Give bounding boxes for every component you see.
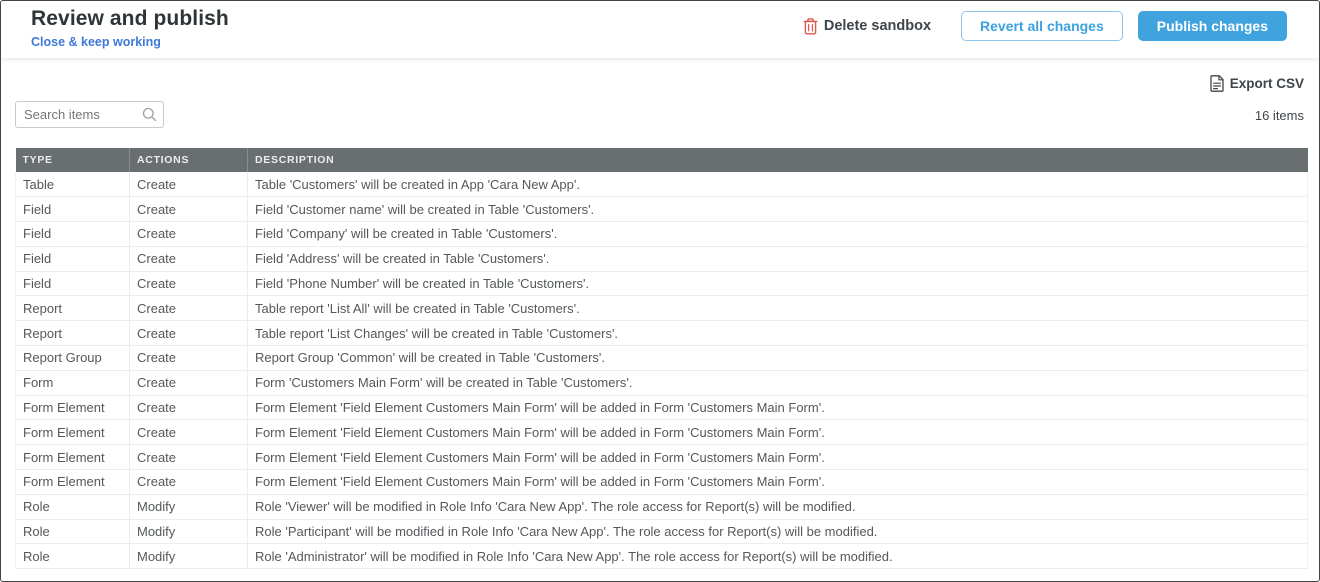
page-title: Review and publish xyxy=(31,7,229,31)
changes-table: TYPE ACTIONS DESCRIPTION Table Create Ta… xyxy=(15,148,1308,569)
delete-sandbox-label: Delete sandbox xyxy=(824,18,931,34)
cell-type: Role xyxy=(16,544,130,569)
cell-action: Create xyxy=(130,246,248,271)
cell-description: Form Element 'Field Element Customers Ma… xyxy=(248,420,1308,445)
changes-table-header: TYPE ACTIONS DESCRIPTION xyxy=(16,148,1308,172)
column-header-description: DESCRIPTION xyxy=(248,148,1308,172)
table-row[interactable]: Form Element Create Form Element 'Field … xyxy=(16,470,1308,495)
table-row[interactable]: Report Create Table report 'List Changes… xyxy=(16,321,1308,346)
cell-action: Create xyxy=(130,370,248,395)
cell-description: Report Group 'Common' will be created in… xyxy=(248,346,1308,371)
table-row[interactable]: Role Modify Role 'Administrator' will be… xyxy=(16,544,1308,569)
cell-type: Report xyxy=(16,296,130,321)
cell-action: Modify xyxy=(130,494,248,519)
cell-description: Field 'Address' will be created in Table… xyxy=(248,246,1308,271)
cell-description: Table report 'List Changes' will be crea… xyxy=(248,321,1308,346)
cell-action: Create xyxy=(130,222,248,247)
cell-action: Create xyxy=(130,197,248,222)
table-row[interactable]: Table Create Table 'Customers' will be c… xyxy=(16,172,1308,197)
cell-type: Field xyxy=(16,222,130,247)
search-input[interactable] xyxy=(15,101,164,128)
cell-type: Role xyxy=(16,519,130,544)
changes-table-body: Table Create Table 'Customers' will be c… xyxy=(16,172,1308,569)
cell-description: Field 'Phone Number' will be created in … xyxy=(248,271,1308,296)
cell-description: Table report 'List All' will be created … xyxy=(248,296,1308,321)
cell-description: Field 'Company' will be created in Table… xyxy=(248,222,1308,247)
table-row[interactable]: Report Group Create Report Group 'Common… xyxy=(16,346,1308,371)
cell-type: Form Element xyxy=(16,420,130,445)
review-and-publish-page: Review and publish Close & keep working … xyxy=(0,0,1320,582)
publish-changes-button[interactable]: Publish changes xyxy=(1138,11,1287,41)
cell-action: Create xyxy=(130,271,248,296)
table-row[interactable]: Field Create Field 'Phone Number' will b… xyxy=(16,271,1308,296)
cell-description: Role 'Administrator' will be modified in… xyxy=(248,544,1308,569)
cell-type: Field xyxy=(16,197,130,222)
cell-action: Modify xyxy=(130,544,248,569)
close-keep-working-link[interactable]: Close & keep working xyxy=(31,35,161,49)
search-box xyxy=(15,101,164,128)
column-header-actions: ACTIONS xyxy=(130,148,248,172)
cell-action: Create xyxy=(130,296,248,321)
items-count: 16 items xyxy=(1255,108,1304,123)
cell-action: Create xyxy=(130,470,248,495)
cell-type: Report Group xyxy=(16,346,130,371)
table-row[interactable]: Role Modify Role 'Participant' will be m… xyxy=(16,519,1308,544)
trash-icon xyxy=(803,18,818,35)
cell-description: Form Element 'Field Element Customers Ma… xyxy=(248,470,1308,495)
cell-type: Field xyxy=(16,271,130,296)
cell-description: Form Element 'Field Element Customers Ma… xyxy=(248,445,1308,470)
cell-action: Create xyxy=(130,346,248,371)
table-row[interactable]: Form Element Create Form Element 'Field … xyxy=(16,420,1308,445)
cell-type: Role xyxy=(16,494,130,519)
cell-type: Table xyxy=(16,172,130,197)
column-header-type: TYPE xyxy=(16,148,130,172)
cell-action: Create xyxy=(130,420,248,445)
cell-type: Form Element xyxy=(16,395,130,420)
export-csv-label: Export CSV xyxy=(1230,76,1304,91)
cell-action: Create xyxy=(130,445,248,470)
table-row[interactable]: Role Modify Role 'Viewer' will be modifi… xyxy=(16,494,1308,519)
cell-description: Table 'Customers' will be created in App… xyxy=(248,172,1308,197)
table-row[interactable]: Report Create Table report 'List All' wi… xyxy=(16,296,1308,321)
table-row[interactable]: Form Element Create Form Element 'Field … xyxy=(16,395,1308,420)
cell-action: Create xyxy=(130,321,248,346)
table-row[interactable]: Field Create Field 'Customer name' will … xyxy=(16,197,1308,222)
cell-description: Field 'Customer name' will be created in… xyxy=(248,197,1308,222)
header-actions: Delete sandbox Revert all changes Publis… xyxy=(803,11,1287,41)
table-row[interactable]: Field Create Field 'Address' will be cre… xyxy=(16,246,1308,271)
cell-description: Form Element 'Field Element Customers Ma… xyxy=(248,395,1308,420)
cell-type: Form Element xyxy=(16,445,130,470)
table-row[interactable]: Field Create Field 'Company' will be cre… xyxy=(16,222,1308,247)
export-csv-button[interactable]: Export CSV xyxy=(1210,75,1304,92)
cell-type: Field xyxy=(16,246,130,271)
cell-description: Form 'Customers Main Form' will be creat… xyxy=(248,370,1308,395)
table-row[interactable]: Form Element Create Form Element 'Field … xyxy=(16,445,1308,470)
cell-description: Role 'Participant' will be modified in R… xyxy=(248,519,1308,544)
page-header: Review and publish Close & keep working … xyxy=(1,1,1319,58)
cell-type: Form Element xyxy=(16,470,130,495)
delete-sandbox-button[interactable]: Delete sandbox xyxy=(803,18,931,35)
cell-action: Create xyxy=(130,172,248,197)
cell-type: Report xyxy=(16,321,130,346)
table-row[interactable]: Form Create Form 'Customers Main Form' w… xyxy=(16,370,1308,395)
cell-action: Create xyxy=(130,395,248,420)
revert-all-changes-button[interactable]: Revert all changes xyxy=(961,11,1123,41)
cell-description: Role 'Viewer' will be modified in Role I… xyxy=(248,494,1308,519)
export-csv-document-icon xyxy=(1210,75,1224,92)
cell-type: Form xyxy=(16,370,130,395)
cell-action: Modify xyxy=(130,519,248,544)
